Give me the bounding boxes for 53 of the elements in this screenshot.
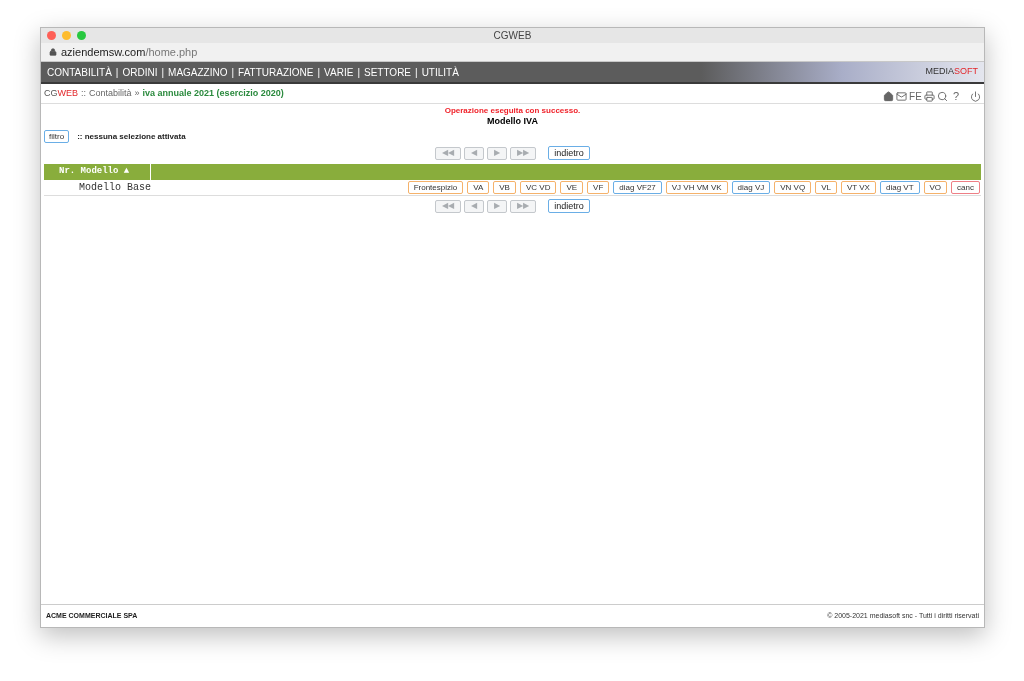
section-heading: Modello IVA (486, 116, 539, 127)
close-control[interactable] (47, 31, 56, 40)
action-button[interactable]: diag VF27 (613, 181, 662, 194)
action-button[interactable]: VL (815, 181, 837, 194)
action-button[interactable]: VN VQ (774, 181, 812, 194)
menu-item[interactable]: ORDINI (122, 64, 158, 80)
menu-separator: | (115, 65, 119, 80)
menu-item[interactable]: VARIE (324, 64, 354, 80)
search-icon[interactable] (936, 91, 948, 102)
address-bar[interactable]: aziendemsw.com/home.php (41, 43, 984, 62)
home-icon[interactable] (883, 91, 895, 102)
action-button[interactable]: VT VX (840, 181, 876, 194)
action-button[interactable]: VE (560, 181, 584, 194)
action-button[interactable]: canc (951, 181, 980, 194)
action-button[interactable]: VB (493, 181, 516, 194)
power-icon[interactable] (970, 91, 981, 102)
url-text: aziendemsw.com/home.php (61, 44, 198, 60)
window-title: CGWEB (493, 29, 532, 43)
action-button[interactable]: diag VT (879, 181, 920, 194)
action-button[interactable]: Frontespizio (407, 181, 464, 194)
back-button[interactable]: indietro (548, 146, 590, 160)
action-button[interactable]: VJ VH VM VK (665, 181, 728, 194)
action-button[interactable]: VC VD (519, 181, 557, 194)
menu-item[interactable]: CONTABILITÀ (47, 64, 112, 80)
action-button[interactable]: VF (587, 181, 610, 194)
menu-separator: | (357, 65, 360, 80)
menu-item[interactable]: MAGAZZINO (168, 64, 228, 80)
mail-icon[interactable] (896, 91, 908, 102)
breadcrumb-link[interactable]: Contabilità (89, 86, 132, 101)
fe-link[interactable]: FE (909, 91, 922, 102)
menu-separator: | (317, 65, 321, 80)
success-message: Operazione eseguita con successo. (443, 105, 582, 116)
menu-separator: | (231, 65, 235, 80)
menu-item[interactable]: FATTURAZIONE (238, 64, 314, 80)
app-logo: CGWEB (44, 86, 78, 100)
filter-button[interactable]: filtro (44, 130, 70, 143)
filter-status: :: nessuna selezione attivata (77, 130, 186, 143)
help-link[interactable]: ? (952, 91, 959, 102)
action-button[interactable]: VA (467, 181, 490, 194)
action-button[interactable]: VO (923, 181, 948, 194)
action-button[interactable]: diag VJ (731, 181, 771, 194)
table-cell-text: Modello Base (78, 181, 151, 195)
page-title: iva annuale 2021 (esercizio 2020) (142, 86, 284, 100)
menu-item[interactable]: SETTORE (364, 64, 412, 80)
back-button[interactable]: indietro (548, 199, 590, 213)
menu-separator: | (161, 65, 165, 80)
printer-icon[interactable] (923, 91, 935, 102)
breadcrumb-separator: :: (81, 86, 87, 100)
menu-item[interactable]: UTILITÀ (421, 64, 459, 80)
brand-logo: MEDIASOFT (925, 65, 978, 79)
breadcrumb-separator: » (134, 86, 140, 100)
lock-icon (49, 48, 57, 56)
menu-separator: | (415, 65, 418, 80)
